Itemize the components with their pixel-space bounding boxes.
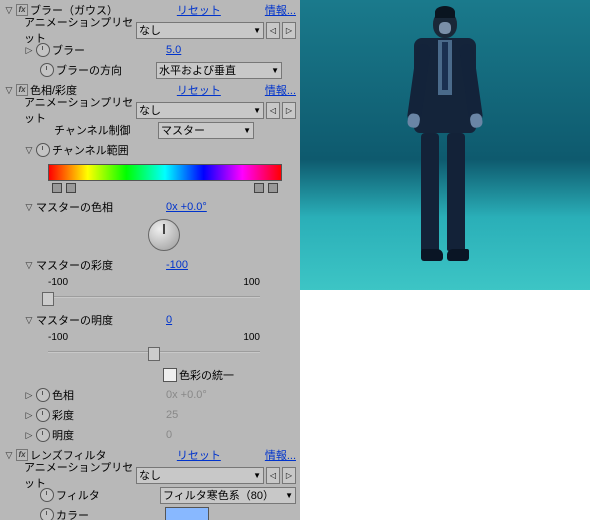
colorize-label: 色彩の統一 [179,367,234,383]
hue2-value: 0x +0.0° [166,389,296,401]
lightness-slider[interactable] [48,345,260,359]
prev-preset-button[interactable]: ◁ [266,467,280,484]
master-light-value[interactable]: 0 [166,314,296,326]
slider-min: -100 [48,277,68,288]
master-sat-value[interactable]: -100 [166,259,296,271]
param-label: マスターの色相 [36,199,164,215]
param-label: フィルタ [56,487,158,503]
stopwatch-icon[interactable] [36,388,50,402]
stopwatch-icon[interactable] [36,408,50,422]
stopwatch-icon[interactable] [36,43,50,57]
composition-preview [300,0,590,290]
next-preset-button[interactable]: ▷ [282,102,296,119]
slider-max: 100 [243,277,260,288]
param-label: マスターの彩度 [36,257,164,273]
twisty-icon[interactable]: ▷ [24,430,34,441]
twisty-icon[interactable]: ▽ [24,260,34,271]
color-swatch[interactable] [165,507,209,520]
stopwatch-icon[interactable] [40,63,54,77]
twisty-icon[interactable]: ▽ [24,315,34,326]
twisty-icon[interactable]: ▽ [4,5,14,16]
reset-link[interactable]: リセット [177,447,221,463]
blur-direction-select[interactable]: 水平および垂直▼ [156,62,282,79]
twisty-icon[interactable]: ▽ [24,202,34,213]
next-preset-button[interactable]: ▷ [282,22,296,39]
blur-value[interactable]: 5.0 [166,44,296,56]
prev-preset-button[interactable]: ◁ [266,102,280,119]
stopwatch-icon[interactable] [36,143,50,157]
slider-max: 100 [243,332,260,343]
param-label: ブラーの方向 [56,62,154,78]
filter-select[interactable]: フィルタ寒色系（80）▼ [160,487,296,504]
param-label: マスターの明度 [36,312,164,328]
angle-dial[interactable] [148,219,180,251]
preset-select[interactable]: なし▼ [136,467,264,484]
twisty-icon[interactable]: ▷ [24,390,34,401]
colorize-checkbox[interactable] [163,368,177,382]
stopwatch-icon[interactable] [40,508,54,520]
twisty-icon[interactable]: ▽ [4,450,14,461]
master-hue-value[interactable]: 0x +0.0° [166,201,296,213]
preset-select[interactable]: なし▼ [136,102,264,119]
param-label: ブラー [52,42,164,58]
prev-preset-button[interactable]: ◁ [266,22,280,39]
twisty-icon[interactable]: ▷ [24,410,34,421]
preview-figure [395,10,495,285]
hue-spectrum [48,164,282,181]
channel-control-select[interactable]: マスター▼ [158,122,254,139]
light2-value: 0 [166,429,296,441]
param-label: 色相 [52,387,164,403]
about-link[interactable]: 情報... [265,82,296,98]
reset-link[interactable]: リセット [177,82,221,98]
slider-min: -100 [48,332,68,343]
about-link[interactable]: 情報... [265,447,296,463]
twisty-icon[interactable]: ▽ [24,145,34,156]
param-label: 明度 [52,427,164,443]
stopwatch-icon[interactable] [40,488,54,502]
param-label: チャンネル範囲 [52,142,296,158]
reset-link[interactable]: リセット [177,2,221,18]
preset-select[interactable]: なし▼ [136,22,264,39]
twisty-icon[interactable]: ▷ [24,45,34,56]
hue-range-markers[interactable] [48,183,282,193]
about-link[interactable]: 情報... [265,2,296,18]
param-label: 彩度 [52,407,164,423]
twisty-icon[interactable]: ▽ [4,85,14,96]
saturation-slider[interactable] [48,290,260,304]
param-label: カラー [56,507,163,520]
next-preset-button[interactable]: ▷ [282,467,296,484]
stopwatch-icon[interactable] [36,428,50,442]
sat2-value: 25 [166,409,296,421]
effects-panel: ▽ fx ブラー（ガウス） リセット 情報... アニメーションプリセット なし… [0,0,300,520]
param-label: チャンネル制御 [54,122,156,138]
